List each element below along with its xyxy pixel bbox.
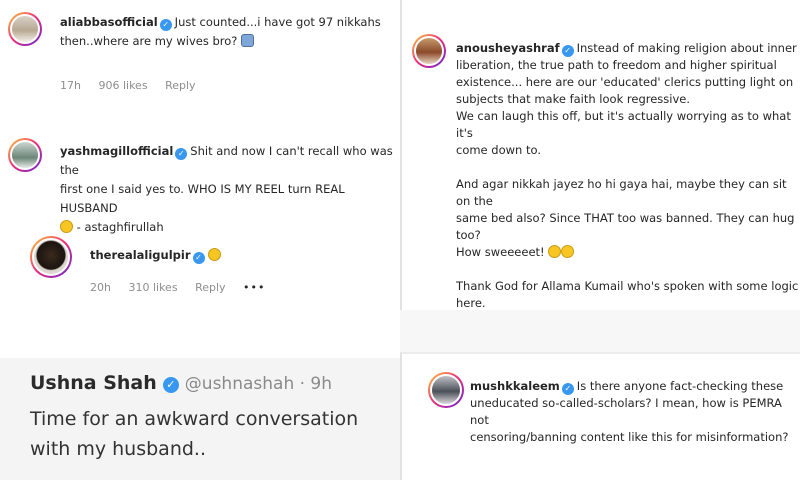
comment-time: 17h (60, 79, 81, 92)
panel-divider (400, 310, 800, 352)
tweet-text: Time for an awkward conversation with my… (30, 408, 359, 460)
tweet-author-name[interactable]: Ushna Shah (30, 372, 157, 394)
comments-panel-bottom-right: mushkkaleem ✓ Is there anyone fact-checkin… (400, 352, 800, 480)
more-options-icon[interactable]: ••• (243, 281, 265, 294)
comment-line: come down to. (456, 143, 541, 157)
comment-line: subjects that make faith look regressive… (456, 92, 691, 106)
username-therealaligulpir[interactable]: therealaligulpir (90, 248, 191, 262)
likes-count-link[interactable]: 310 likes (128, 281, 177, 294)
comment-text-line3: - astaghfirullah (76, 220, 164, 234)
comment-line: How sweeeeet! (456, 245, 545, 259)
emoji-icon (60, 220, 73, 233)
comment-line: Instead of making religion about inner (576, 41, 797, 55)
emoji-icon (561, 245, 575, 258)
comment-line: And agar nikkah jayez ho hi gaya hai, ma… (456, 177, 787, 208)
panel-divider (0, 345, 400, 358)
verified-badge-icon: ✓ (175, 148, 188, 160)
comment-time: 20h (90, 281, 111, 294)
comment-line: Thank God for Allama Kumail who's spoken… (456, 279, 799, 293)
likes-count-link[interactable]: 906 likes (98, 79, 147, 92)
tweet-header: Ushna Shah ✓ @ushnashah · 9h (30, 372, 332, 394)
emoji-icon (548, 245, 562, 258)
comment-anousheyashraf: anousheyashraf ✓ Instead of making religio… (456, 40, 800, 310)
avatar-anousheyashraf[interactable] (412, 34, 446, 68)
comment-meta-aliabbas: 17h 906 likes Reply (60, 79, 210, 92)
reply-therealaligulpir: therealaligulpir ✓ (90, 246, 390, 265)
avatar-therealaligulpir[interactable] (30, 236, 72, 278)
comment-line: censoring/banning content like this for … (470, 430, 789, 444)
verified-badge-icon: ✓ (162, 377, 179, 393)
reply-link[interactable]: Reply (195, 281, 225, 294)
username-mushkkaleem[interactable]: mushkkaleem (470, 379, 560, 393)
username-yashmagill[interactable]: yashmagillofficial (60, 144, 173, 158)
comment-line: We can laugh this off, but it's actually… (456, 109, 791, 140)
comments-panel-right: anousheyashraf ✓ Instead of making religio… (400, 0, 800, 310)
comments-panel-left: aliabbasofficial ✓ Just counted...i have g… (0, 0, 400, 345)
emoji-icon (241, 34, 255, 47)
comment-line: here. (456, 296, 486, 310)
avatar-yashmagill[interactable] (8, 138, 42, 172)
reply-link[interactable]: Reply (165, 79, 195, 92)
avatar-aliabbas[interactable] (8, 12, 42, 46)
verified-badge-icon: ✓ (192, 252, 205, 264)
verified-badge-icon: ✓ (561, 45, 574, 57)
username-aliabbas[interactable]: aliabbasofficial (60, 15, 158, 29)
comment-line: uneducated so-called-scholars? I mean, h… (470, 396, 782, 427)
comment-aliabbas: aliabbasofficial ✓ Just counted...i have g… (60, 13, 400, 51)
comment-mushkkaleem: mushkkaleem ✓ Is there anyone fact-checkin… (470, 378, 800, 446)
verified-badge-icon: ✓ (159, 19, 172, 31)
comment-text-line1: Just counted...i have got 97 nikkahs (174, 15, 381, 29)
avatar-mushkkaleem[interactable] (428, 372, 464, 408)
comment-line: same bed also? Since THAT too was banned… (456, 211, 795, 242)
comment-text-line2: first one I said yes to. WHO IS MY REEL … (60, 182, 345, 215)
verified-badge-icon: ✓ (561, 383, 574, 395)
comment-line: Is there anyone fact-checking these (576, 379, 784, 393)
reply-meta: 20h 310 likes Reply ••• (90, 281, 280, 294)
comment-line: existence... here are our 'educated' cle… (456, 75, 794, 89)
username-anousheyashraf[interactable]: anousheyashraf (456, 41, 560, 55)
comment-yashmagill: yashmagillofficial ✓ Shit and now I can't … (60, 142, 400, 237)
comment-line: liberation, the true path to freedom and… (456, 58, 777, 72)
tweet-handle[interactable]: @ushnashah · 9h (185, 374, 332, 394)
emoji-icon (207, 248, 221, 261)
comment-text-line2: then..where are my wives bro? (60, 34, 238, 48)
